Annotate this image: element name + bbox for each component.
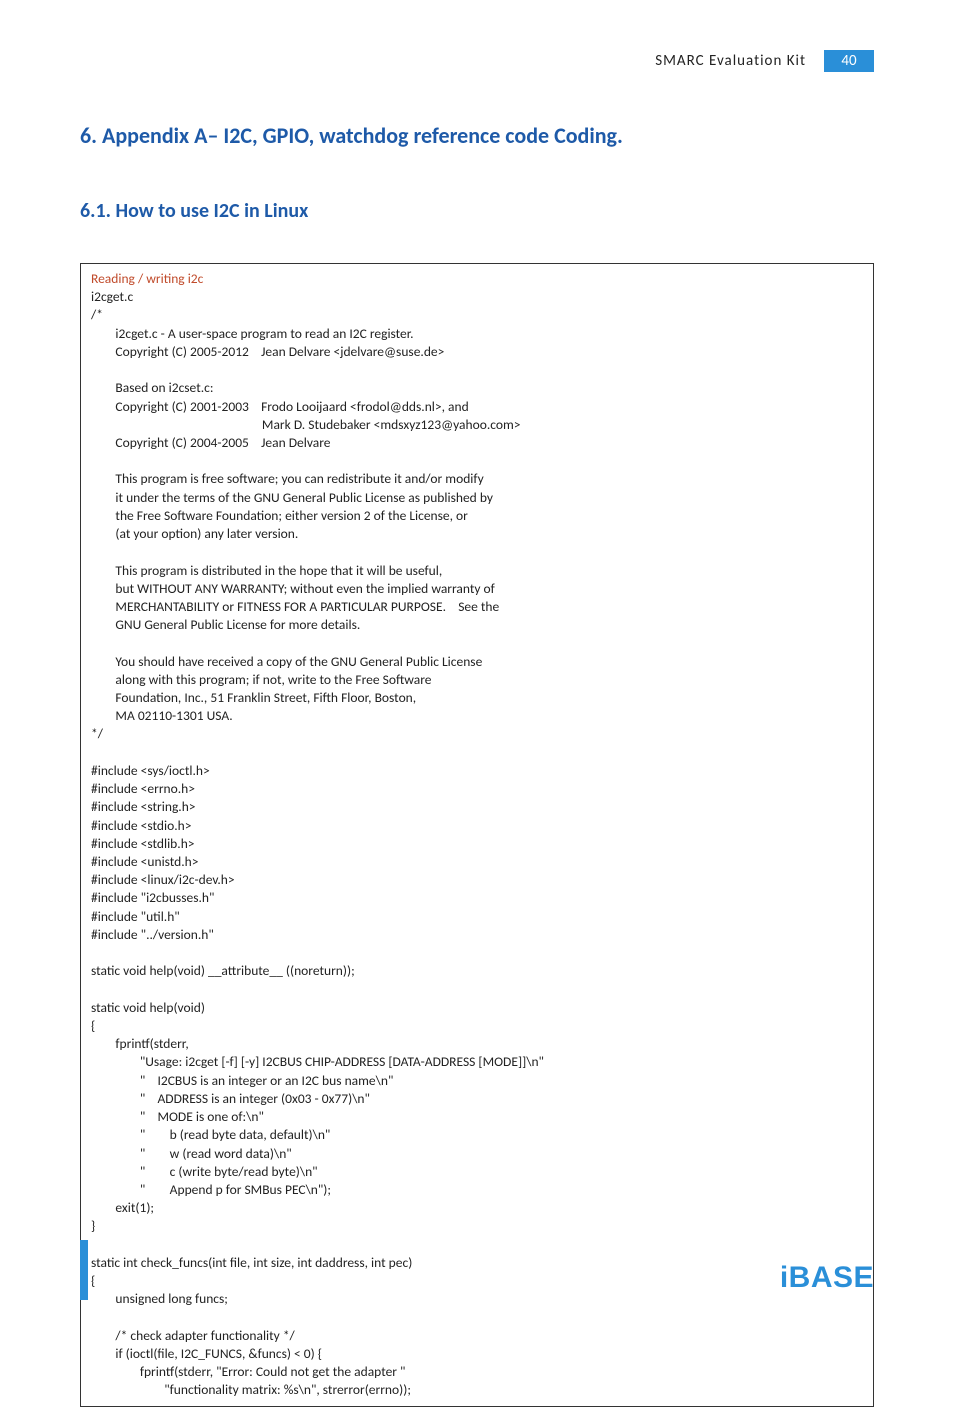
code-title: Reading / writing i2c (91, 270, 203, 287)
footer-accent-bar (80, 1240, 88, 1300)
header-title: SMARC Evaluation Kit (655, 52, 806, 70)
heading-appendix-a: 6. Appendix A– I2C, GPIO, watchdog refer… (80, 122, 874, 149)
page-number: 40 (824, 50, 874, 72)
page-header: SMARC Evaluation Kit 40 (80, 50, 874, 72)
logo-ibase: iBASE (780, 1261, 874, 1295)
heading-how-to-use-i2c: 6.1. How to use I2C in Linux (80, 199, 874, 223)
code-body: i2cget.c /* i2cget.c - A user-space prog… (91, 288, 544, 1398)
code-listing: Reading / writing i2c i2cget.c /* i2cget… (80, 263, 874, 1407)
